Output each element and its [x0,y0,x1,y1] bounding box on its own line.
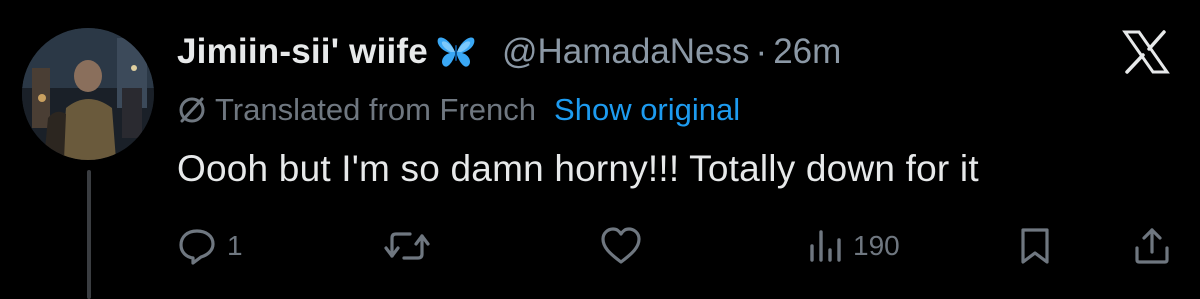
repost-button[interactable] [382,220,442,272]
translate-icon [179,97,205,123]
share-icon [1135,228,1169,264]
action-bar: 1 190 [177,220,1177,272]
repost-icon [384,232,430,260]
like-button[interactable] [599,220,653,272]
share-button[interactable] [1132,220,1172,272]
thread-line [87,170,91,299]
separator-dot: · [755,32,768,71]
translation-notice: Translated from French Show original [177,88,740,132]
butterfly-icon [437,37,475,67]
views-button[interactable]: 190 [807,220,900,272]
tweet-text: Oooh but I'm so damn horny!!! Totally do… [177,148,979,189]
reply-count: 1 [227,230,243,261]
avatar[interactable] [22,28,154,160]
x-logo-icon[interactable] [1122,30,1170,74]
bookmark-icon [1021,228,1049,264]
translated-from-label: Translated from French [215,92,537,127]
views-icon [810,230,841,262]
reply-button[interactable]: 1 [177,220,243,272]
author-handle[interactable]: @HamadaNess [502,32,750,72]
views-count: 190 [853,230,900,261]
heart-icon [601,227,641,264]
bookmark-button[interactable] [1017,220,1053,272]
show-original-link[interactable]: Show original [554,92,740,128]
timestamp[interactable]: 26m [773,32,841,72]
reply-icon [179,229,215,265]
tweet-card[interactable]: Jimiin-sii' wiife @HamadaNess · 26m Tran… [0,0,1200,299]
avatar-photo [22,28,154,160]
tweet-header: Jimiin-sii' wiife @HamadaNess · 26m [177,24,841,80]
author-display-name[interactable]: Jimiin-sii' wiife [177,32,428,72]
